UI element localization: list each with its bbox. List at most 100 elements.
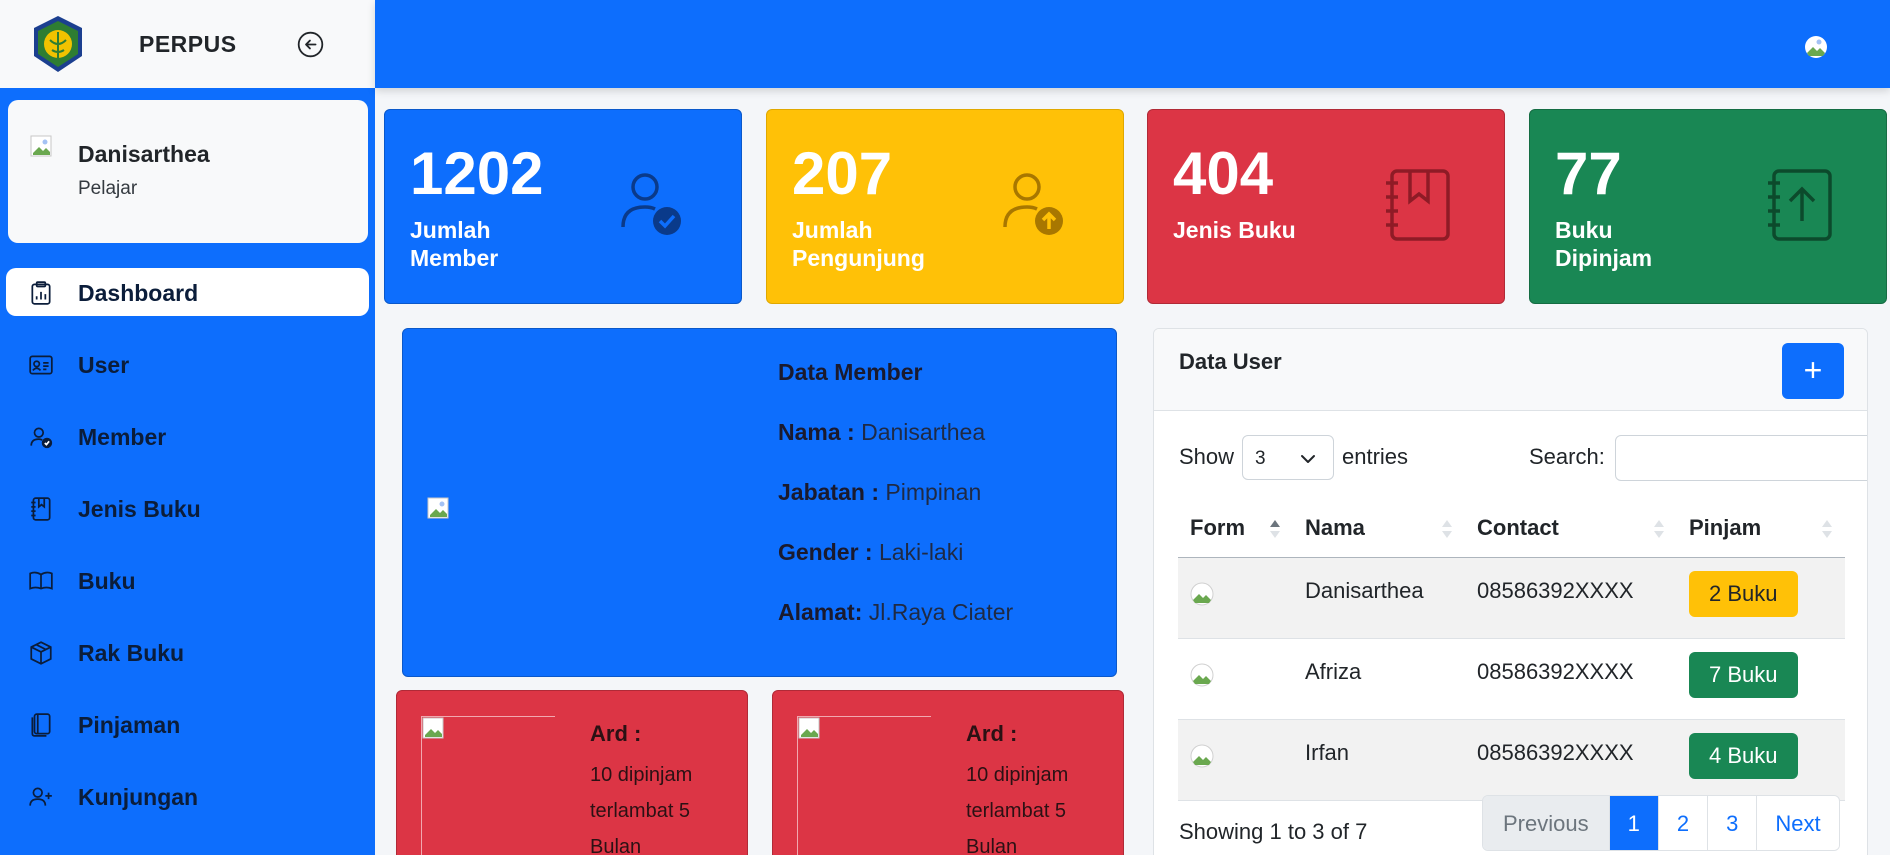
user-photo-icon [1190,663,1214,686]
pagination-page-1[interactable]: 1 [1608,796,1658,850]
loan-desc: 10 dipinjam terlambat 5 Bulan [966,764,1069,855]
member-nama-label: Nama : [778,419,855,445]
sidebar-item-label: Member [78,424,167,450]
entries-select-value: 3 [1255,448,1266,469]
data-user-header: Data User + [1154,329,1867,411]
pagination-page-2[interactable]: 2 [1657,796,1708,850]
sort-icon [1654,520,1664,538]
column-header-pinjam[interactable]: Pinjam [1677,499,1845,558]
person-check-icon [30,427,53,449]
sidebar-item-user[interactable]: User [6,340,369,388]
person-vcard-icon [29,355,53,375]
loan-name: Ard : [966,721,1018,746]
table-row: Afriza 08586392XXXX 7 Buku [1178,638,1845,720]
sidebar-item-dashboard[interactable]: Dashboard [6,268,369,316]
member-jabatan-label: Jabatan : [778,479,879,505]
row-nama: Irfan [1293,719,1465,801]
sidebar-nav: Dashboard User Member Jenis Buku Buku Ra… [6,268,369,844]
column-header-label: Pinjam [1689,514,1762,540]
user-photo-icon [1190,744,1214,767]
pagination-next[interactable]: Next [1756,796,1839,850]
entries-select[interactable]: 3 [1242,435,1334,480]
stat-card-pengunjung: 207 Jumlah Pengunjung [766,109,1124,304]
user-avatar-icon[interactable] [1804,35,1828,59]
member-card: Data Member Nama : Danisarthea Jabatan :… [402,328,1117,677]
sidebar-item-jenis-buku[interactable]: Jenis Buku [6,484,369,532]
brand-name: PERPUS [139,31,237,57]
pagination: Previous 1 2 3 Next [1482,795,1840,851]
sidebar-item-label: Dashboard [78,280,199,306]
member-jabatan-value: Pimpinan [885,479,982,505]
brand-bar: PERPUS [0,0,375,88]
row-contact: 08586392XXXX [1465,638,1677,720]
sidebar-item-label: Buku [78,568,136,594]
sidebar-item-kunjungan[interactable]: Kunjungan [6,772,369,820]
member-nama-value: Danisarthea [861,419,986,445]
search-input[interactable] [1615,435,1867,481]
row-nama: Afriza [1293,638,1465,720]
person-plus-icon [29,787,52,806]
sidebar-item-label: Rak Buku [78,640,185,666]
clipboard-data-icon [31,281,51,305]
avatar [30,135,52,157]
table-row: Danisarthea 08586392XXXX 2 Buku [1178,557,1845,639]
sidebar-item-member[interactable]: Member [6,412,369,460]
row-form-cell [1178,557,1293,639]
pinjam-button[interactable]: 2 Buku [1689,570,1798,617]
box-icon [30,641,52,665]
member-alamat: Alamat: Jl.Raya Ciater [778,599,1013,626]
row-form-cell [1178,719,1293,801]
sidebar-item-pinjaman[interactable]: Pinjaman [6,700,369,748]
data-user-title: Data User [1179,349,1282,374]
member-gender-label: Gender : [778,539,873,565]
profile-role: Pelajar [78,178,138,199]
member-jabatan: Jabatan : Pimpinan [778,479,981,506]
person-up-icon [1003,173,1063,235]
sort-icon [1442,520,1452,538]
column-header-label: Form [1190,514,1245,540]
journal-arrow-up-icon [1768,169,1832,241]
sidebar-item-buku[interactable]: Buku [6,556,369,604]
table-header-row: Form Nama Contact Pinjam [1178,499,1845,558]
stat-value: 1202 [410,140,544,207]
stat-label: Jenis Buku [1173,217,1296,243]
pagination-previous[interactable]: Previous [1483,796,1609,850]
journal-bookmark-icon [1386,169,1450,241]
profile-name: Danisarthea [78,141,210,167]
row-pinjam-cell: 2 Buku [1677,557,1845,639]
loan-name: Ard : [590,721,642,746]
sidebar-item-rak-buku[interactable]: Rak Buku [6,628,369,676]
table-row: Irfan 08586392XXXX 4 Buku [1178,719,1845,801]
data-user-table: Form Nama Contact Pinjam Danisarthea 085… [1178,499,1845,801]
sidebar-item-label: Kunjungan [78,784,199,810]
pinjam-button[interactable]: 7 Buku [1689,651,1798,698]
row-contact: 08586392XXXX [1465,557,1677,639]
sidebar-item-label: Pinjaman [78,712,181,738]
university-emblem-icon[interactable] [28,14,88,74]
row-nama: Danisarthea [1293,557,1465,639]
journal-bookmark-icon [31,497,51,521]
column-header-label: Contact [1477,514,1559,540]
chevron-down-icon [1301,455,1315,463]
loan-desc: 10 dipinjam terlambat 5 Bulan [590,764,693,855]
stat-value: 404 [1173,140,1274,207]
pinjam-button[interactable]: 4 Buku [1689,732,1798,779]
add-user-button[interactable]: + [1782,343,1844,399]
arrow-left-circle-icon[interactable] [297,31,324,58]
pagination-page-3[interactable]: 3 [1707,796,1757,850]
member-title: Data Member [778,359,923,385]
sort-asc-icon [1270,520,1280,538]
stat-label: Jumlah Pengunjung [792,217,925,271]
loan-card: Ard : 10 dipinjam terlambat 5 Bulan [772,690,1124,855]
member-gender: Gender : Laki-laki [778,539,963,566]
row-pinjam-cell: 7 Buku [1677,638,1845,720]
column-header-form[interactable]: Form [1178,499,1293,558]
column-header-nama[interactable]: Nama [1293,499,1465,558]
person-check-icon [621,173,681,235]
column-header-contact[interactable]: Contact [1465,499,1677,558]
stat-card-buku-dipinjam: 77 Buku Dipinjam [1529,109,1887,304]
member-alamat-label: Alamat: [778,599,863,625]
loan-image [797,716,931,855]
member-gender-value: Laki-laki [878,539,964,565]
loan-card: Ard : 10 dipinjam terlambat 5 Bulan [396,690,748,855]
